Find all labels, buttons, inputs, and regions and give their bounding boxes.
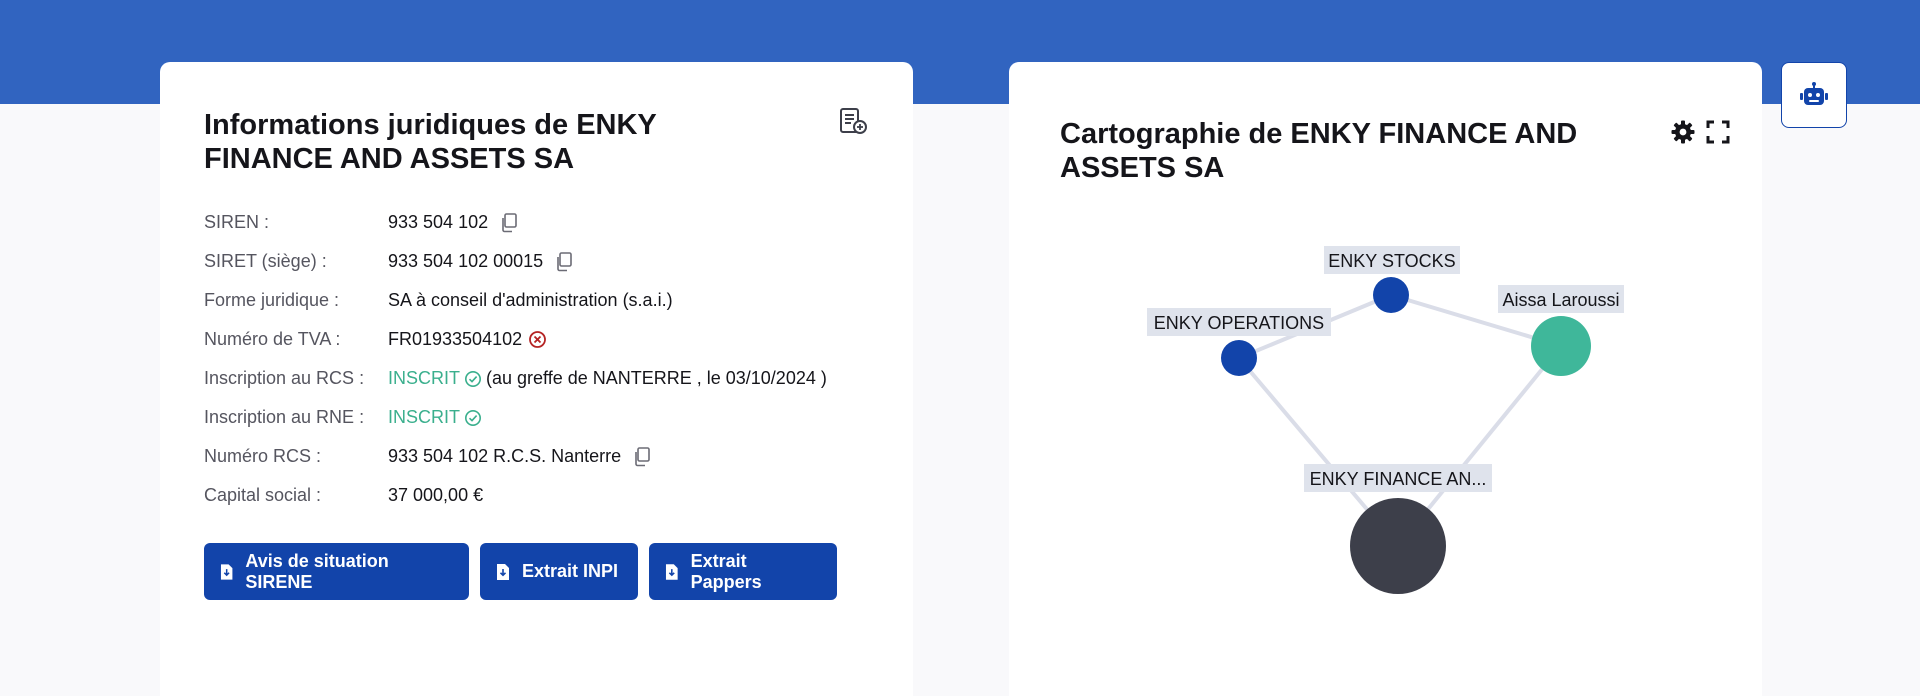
node-enky-finance[interactable] <box>1350 498 1446 594</box>
forme-juridique-value: SA à conseil d'administration (s.a.i.) <box>388 290 673 310</box>
legal-document-icon[interactable] <box>838 107 868 137</box>
legal-info-title: Informations juridiques de ENKY FINANCE … <box>204 109 657 175</box>
node-label-person: Aissa Laroussi <box>1502 290 1619 310</box>
extrait-inpi-button[interactable]: Extrait INPI <box>480 543 638 600</box>
row-rne: Inscription au RNE : INSCRIT <box>204 398 827 437</box>
siren-value: 933 504 102 <box>388 212 489 232</box>
tva-label: Numéro de TVA : <box>204 329 341 349</box>
row-forme-juridique: Forme juridique : SA à conseil d'adminis… <box>204 281 827 320</box>
row-capital: Capital social : 37 000,00 € <box>204 476 827 515</box>
numero-rcs-label: Numéro RCS : <box>204 446 322 466</box>
row-siret: SIRET (siège) : 933 504 102 00015 <box>204 242 827 281</box>
capital-value: 37 000,00 € <box>388 485 484 505</box>
extrait-pappers-label: Extrait Pappers <box>690 550 762 592</box>
node-label-operations: ENKY OPERATIONS <box>1154 313 1324 333</box>
file-download-icon <box>665 563 678 580</box>
siren-label: SIREN : <box>204 212 270 232</box>
check-circle-icon <box>464 370 482 388</box>
rne-status: INSCRIT <box>388 407 460 427</box>
legal-info-list: SIREN : 933 504 102 SIRET (siège) : 933 … <box>204 203 827 515</box>
copy-icon[interactable] <box>555 251 573 272</box>
forme-juridique-label: Forme juridique : <box>204 290 340 310</box>
row-rcs: Inscription au RCS : INSCRIT (au greffe … <box>204 359 827 398</box>
numero-rcs-value: 933 504 102 R.C.S. Nanterre <box>388 446 622 466</box>
file-download-icon <box>497 563 509 580</box>
legal-info-card: Informations juridiques de ENKY FINANCE … <box>160 62 913 696</box>
node-enky-operations[interactable] <box>1221 340 1257 376</box>
capital-label: Capital social : <box>204 485 322 505</box>
extrait-inpi-label: Extrait INPI <box>522 561 619 581</box>
node-label-main: ENKY FINANCE AN... <box>1310 469 1487 489</box>
node-label-stocks: ENKY STOCKS <box>1328 251 1455 271</box>
robot-icon <box>1800 82 1828 105</box>
row-numero-rcs: Numéro RCS : 933 504 102 R.C.S. Nanterre <box>204 437 827 476</box>
extrait-pappers-button[interactable]: Extrait Pappers <box>649 543 837 600</box>
invalid-x-icon <box>528 330 547 349</box>
copy-icon[interactable] <box>633 446 651 467</box>
row-tva: Numéro de TVA : FR01933504102 <box>204 320 827 359</box>
avis-sirene-label: Avis de situation SIRENE <box>245 550 389 592</box>
node-aissa-laroussi[interactable] <box>1531 316 1591 376</box>
download-buttons: Avis de situation SIRENE Extrait INPI Ex… <box>204 543 848 600</box>
cartography-card: Cartographie de ENKY FINANCE AND ASSETS … <box>1009 62 1762 696</box>
tva-value: FR01933504102 <box>388 329 523 349</box>
node-enky-stocks[interactable] <box>1373 277 1409 313</box>
row-siren: SIREN : 933 504 102 <box>204 203 827 242</box>
copy-icon[interactable] <box>500 212 518 233</box>
relationship-graph[interactable]: ENKY STOCKS ENKY OPERATIONS Aissa Larous… <box>1009 62 1762 696</box>
avis-sirene-button[interactable]: Avis de situation SIRENE <box>204 543 469 600</box>
chatbot-button[interactable] <box>1781 62 1847 128</box>
rcs-label: Inscription au RCS : <box>204 368 365 388</box>
check-circle-icon <box>464 409 482 427</box>
rcs-detail: (au greffe de NANTERRE , le 03/10/2024 ) <box>486 368 827 388</box>
rcs-status: INSCRIT <box>388 368 460 388</box>
file-download-icon <box>220 563 233 580</box>
siret-label: SIRET (siège) : <box>204 251 327 271</box>
siret-value: 933 504 102 00015 <box>388 251 544 271</box>
rne-label: Inscription au RNE : <box>204 407 365 427</box>
